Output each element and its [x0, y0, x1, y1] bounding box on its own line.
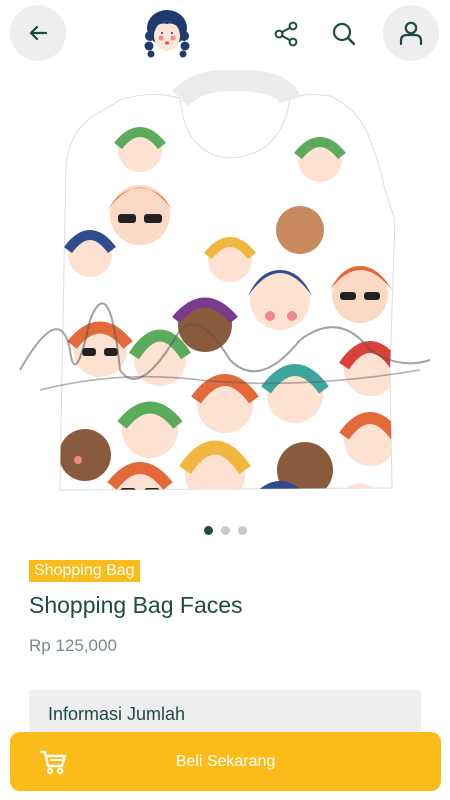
carousel-dot[interactable]: [220, 526, 230, 535]
buy-now-button[interactable]: Beli Sekarang: [10, 732, 441, 791]
carousel-indicator: [0, 526, 450, 535]
share-button[interactable]: [270, 18, 302, 50]
category-badge: Shopping Bag: [29, 560, 140, 582]
buy-now-label: Beli Sekarang: [175, 752, 276, 770]
quantity-info-title: Informasi Jumlah: [48, 704, 186, 724]
carousel-dot[interactable]: [237, 526, 247, 535]
profile-button[interactable]: [383, 5, 439, 61]
product-price: Rp 125,000: [29, 636, 117, 655]
cart-icon: [39, 750, 67, 775]
top-app-bar: [0, 0, 450, 70]
product-image-carousel[interactable]: [0, 70, 450, 515]
product-title: Shopping Bag Faces: [29, 592, 243, 618]
share-icon: [274, 21, 298, 47]
shopping-bag-faces-image: [19, 70, 431, 491]
brand-logo-icon[interactable]: [142, 6, 192, 58]
search-button[interactable]: [328, 18, 360, 50]
user-icon: [399, 21, 423, 46]
search-icon: [332, 22, 356, 46]
back-button[interactable]: [10, 5, 66, 61]
carousel-dot[interactable]: [203, 526, 213, 535]
arrow-left-icon: [29, 25, 47, 41]
